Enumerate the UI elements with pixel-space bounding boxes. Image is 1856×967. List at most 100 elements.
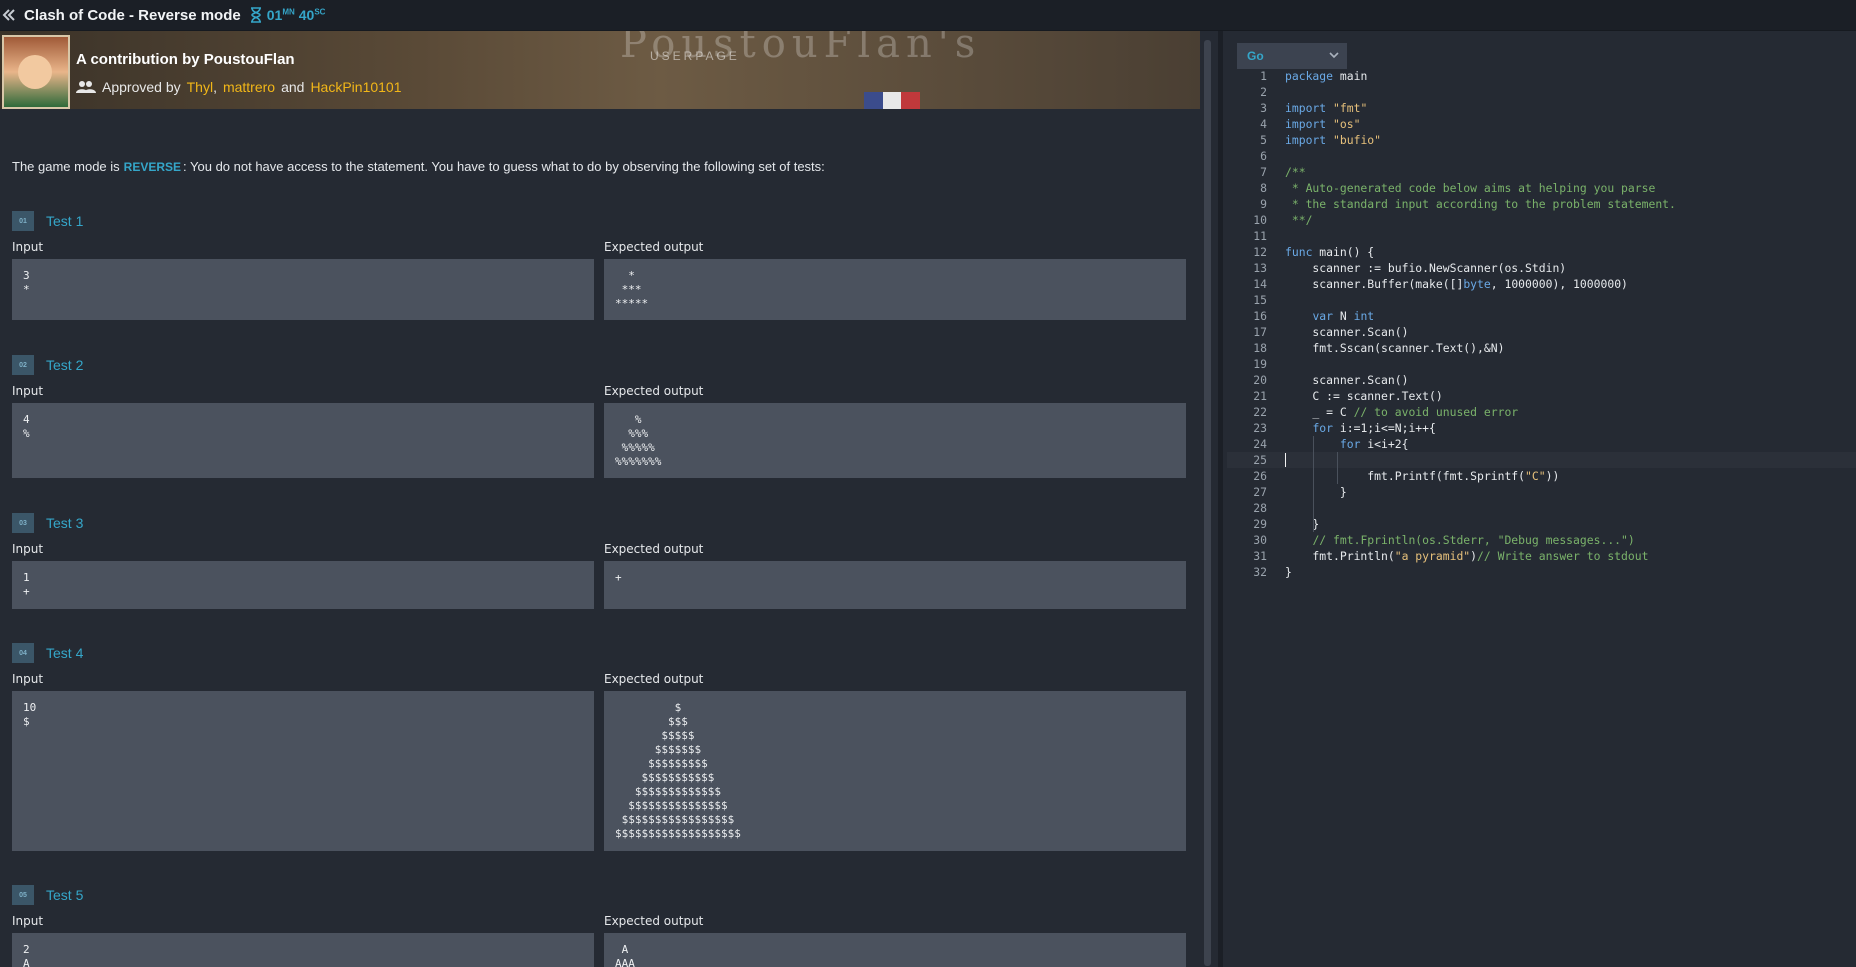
code-line[interactable]: 3 import "fmt" bbox=[1227, 100, 1856, 116]
line-number: 13 bbox=[1253, 261, 1267, 275]
code-text[interactable]: **/ bbox=[1285, 212, 1313, 228]
line-number: 19 bbox=[1253, 357, 1267, 371]
code-text[interactable]: // fmt.Fprintln(os.Stderr, "Debug messag… bbox=[1285, 532, 1634, 548]
test-expected-output: + bbox=[604, 561, 1186, 609]
line-number: 15 bbox=[1253, 293, 1267, 307]
code-line[interactable]: 9 * the standard input according to the … bbox=[1227, 196, 1856, 212]
approver-link[interactable]: HackPin10101 bbox=[310, 79, 401, 95]
test-title: Test 4 bbox=[46, 645, 84, 661]
code-text[interactable]: * the standard input according to the pr… bbox=[1285, 196, 1676, 212]
code-editor[interactable]: Go 1 package main 2 3 import "fmt" 4 import "o… bbox=[1227, 31, 1856, 967]
code-line[interactable]: 12 func main() { bbox=[1227, 244, 1856, 260]
panel-divider[interactable] bbox=[1218, 31, 1223, 967]
avatar[interactable] bbox=[2, 35, 70, 109]
code-line[interactable]: 10 **/ bbox=[1227, 212, 1856, 228]
code-line[interactable]: 18 fmt.Sscan(scanner.Text(),&N) bbox=[1227, 340, 1856, 356]
code-line[interactable]: 11 bbox=[1227, 228, 1856, 244]
code-text[interactable]: scanner.Buffer(make([]byte, 1000000), 10… bbox=[1285, 276, 1627, 292]
code-text[interactable]: scanner.Scan() bbox=[1285, 372, 1408, 388]
code-text[interactable]: } bbox=[1285, 516, 1319, 532]
code-line[interactable]: 22 _ = C // to avoid unused error bbox=[1227, 404, 1856, 420]
code-line[interactable]: 19 bbox=[1227, 356, 1856, 372]
code-line[interactable]: 29 } bbox=[1227, 516, 1856, 532]
line-number: 9 bbox=[1260, 197, 1267, 211]
line-number: 8 bbox=[1260, 181, 1267, 195]
code-text[interactable]: import "fmt" bbox=[1285, 100, 1367, 116]
line-number: 23 bbox=[1253, 421, 1267, 435]
code-line[interactable]: 26 fmt.Printf(fmt.Sprintf("C")) bbox=[1227, 468, 1856, 484]
code-line[interactable]: 31 fmt.Println("a pyramid")// Write answ… bbox=[1227, 548, 1856, 564]
text-caret bbox=[1285, 453, 1286, 467]
code-line[interactable]: 20 scanner.Scan() bbox=[1227, 372, 1856, 388]
line-number: 5 bbox=[1260, 133, 1267, 147]
code-text[interactable]: fmt.Sscan(scanner.Text(),&N) bbox=[1285, 340, 1504, 356]
language-value: Go bbox=[1247, 49, 1264, 63]
approver-link[interactable]: Thyl bbox=[187, 79, 213, 95]
expected-output-label: Expected output bbox=[604, 542, 704, 556]
test-header: 04 Test 4 bbox=[12, 643, 83, 663]
code-line[interactable]: 23 for i:=1;i<=N;i++{ bbox=[1227, 420, 1856, 436]
code-text[interactable]: fmt.Println("a pyramid")// Write answer … bbox=[1285, 548, 1648, 564]
code-line[interactable]: 16 var N int bbox=[1227, 308, 1856, 324]
code-line[interactable]: 32} bbox=[1227, 564, 1856, 580]
code-line[interactable]: 13 scanner := bufio.NewScanner(os.Stdin) bbox=[1227, 260, 1856, 276]
code-text[interactable]: var N int bbox=[1285, 308, 1374, 324]
double-chevron-left-icon[interactable] bbox=[2, 8, 16, 22]
code-line[interactable]: 14 scanner.Buffer(make([]byte, 1000000),… bbox=[1227, 276, 1856, 292]
language-select[interactable]: Go bbox=[1237, 43, 1347, 69]
code-text[interactable]: func main() { bbox=[1285, 244, 1374, 260]
mode-badge: REVERSE bbox=[123, 160, 182, 174]
code-area[interactable]: 1 package main 2 3 import "fmt" 4 import "os" 5… bbox=[1227, 68, 1856, 580]
contribution-title: A contribution by PoustouFlan bbox=[76, 51, 295, 68]
approver-link[interactable]: mattrero bbox=[223, 79, 275, 95]
input-label: Input bbox=[12, 384, 44, 398]
code-text[interactable]: package main bbox=[1285, 68, 1367, 84]
test-header: 02 Test 2 bbox=[12, 355, 83, 375]
line-number: 20 bbox=[1253, 373, 1267, 387]
line-number: 32 bbox=[1253, 565, 1267, 579]
code-line[interactable]: 24 for i<i+2{ bbox=[1227, 436, 1856, 452]
code-text[interactable]: for i:=1;i<=N;i++{ bbox=[1285, 420, 1435, 436]
line-number: 27 bbox=[1253, 485, 1267, 499]
hourglass-icon bbox=[250, 7, 261, 23]
code-line[interactable]: 6 bbox=[1227, 148, 1856, 164]
code-line[interactable]: 5 import "bufio" bbox=[1227, 132, 1856, 148]
code-text[interactable]: scanner := bufio.NewScanner(os.Stdin) bbox=[1285, 260, 1566, 276]
code-text[interactable]: fmt.Printf(fmt.Sprintf("C")) bbox=[1285, 468, 1559, 484]
code-text[interactable]: import "bufio" bbox=[1285, 132, 1381, 148]
code-text[interactable]: } bbox=[1285, 484, 1347, 500]
code-line[interactable]: 15 bbox=[1227, 292, 1856, 308]
line-number: 21 bbox=[1253, 389, 1267, 403]
code-text[interactable]: for i<i+2{ bbox=[1285, 436, 1409, 452]
line-number: 7 bbox=[1260, 165, 1267, 179]
code-line[interactable]: 8 * Auto-generated code below aims at he… bbox=[1227, 180, 1856, 196]
code-text[interactable]: import "os" bbox=[1285, 116, 1360, 132]
code-line[interactable]: 30 // fmt.Fprintln(os.Stderr, "Debug mes… bbox=[1227, 532, 1856, 548]
code-text[interactable]: /** bbox=[1285, 164, 1306, 180]
test-number: 03 bbox=[12, 513, 34, 533]
test-input: 2 A bbox=[12, 933, 594, 967]
code-text[interactable]: } bbox=[1285, 564, 1292, 580]
line-number: 2 bbox=[1260, 85, 1267, 99]
code-line[interactable]: 7 /** bbox=[1227, 164, 1856, 180]
line-number: 29 bbox=[1253, 517, 1267, 531]
code-text[interactable]: C := scanner.Text() bbox=[1285, 388, 1442, 404]
code-line[interactable]: 27 } bbox=[1227, 484, 1856, 500]
line-number: 4 bbox=[1260, 117, 1267, 131]
code-line[interactable]: 17 scanner.Scan() bbox=[1227, 324, 1856, 340]
code-line[interactable]: 28 bbox=[1227, 500, 1856, 516]
code-text[interactable]: scanner.Scan() bbox=[1285, 324, 1408, 340]
code-line[interactable]: 25 bbox=[1227, 452, 1856, 468]
code-text[interactable]: _ = C // to avoid unused error bbox=[1285, 404, 1518, 420]
code-line[interactable]: 4 import "os" bbox=[1227, 116, 1856, 132]
test-header: 03 Test 3 bbox=[12, 513, 83, 533]
code-line[interactable]: 2 bbox=[1227, 84, 1856, 100]
code-line[interactable]: 21 C := scanner.Text() bbox=[1227, 388, 1856, 404]
expected-output-label: Expected output bbox=[604, 914, 704, 928]
test-title: Test 5 bbox=[46, 887, 84, 903]
code-text[interactable]: * Auto-generated code below aims at help… bbox=[1285, 180, 1655, 196]
code-line[interactable]: 1 package main bbox=[1227, 68, 1856, 84]
test-input: 10 $ bbox=[12, 691, 594, 851]
statement-scrollbar[interactable] bbox=[1204, 40, 1211, 966]
top-bar: Clash of Code - Reverse mode 01MN 40SC bbox=[0, 0, 1856, 31]
